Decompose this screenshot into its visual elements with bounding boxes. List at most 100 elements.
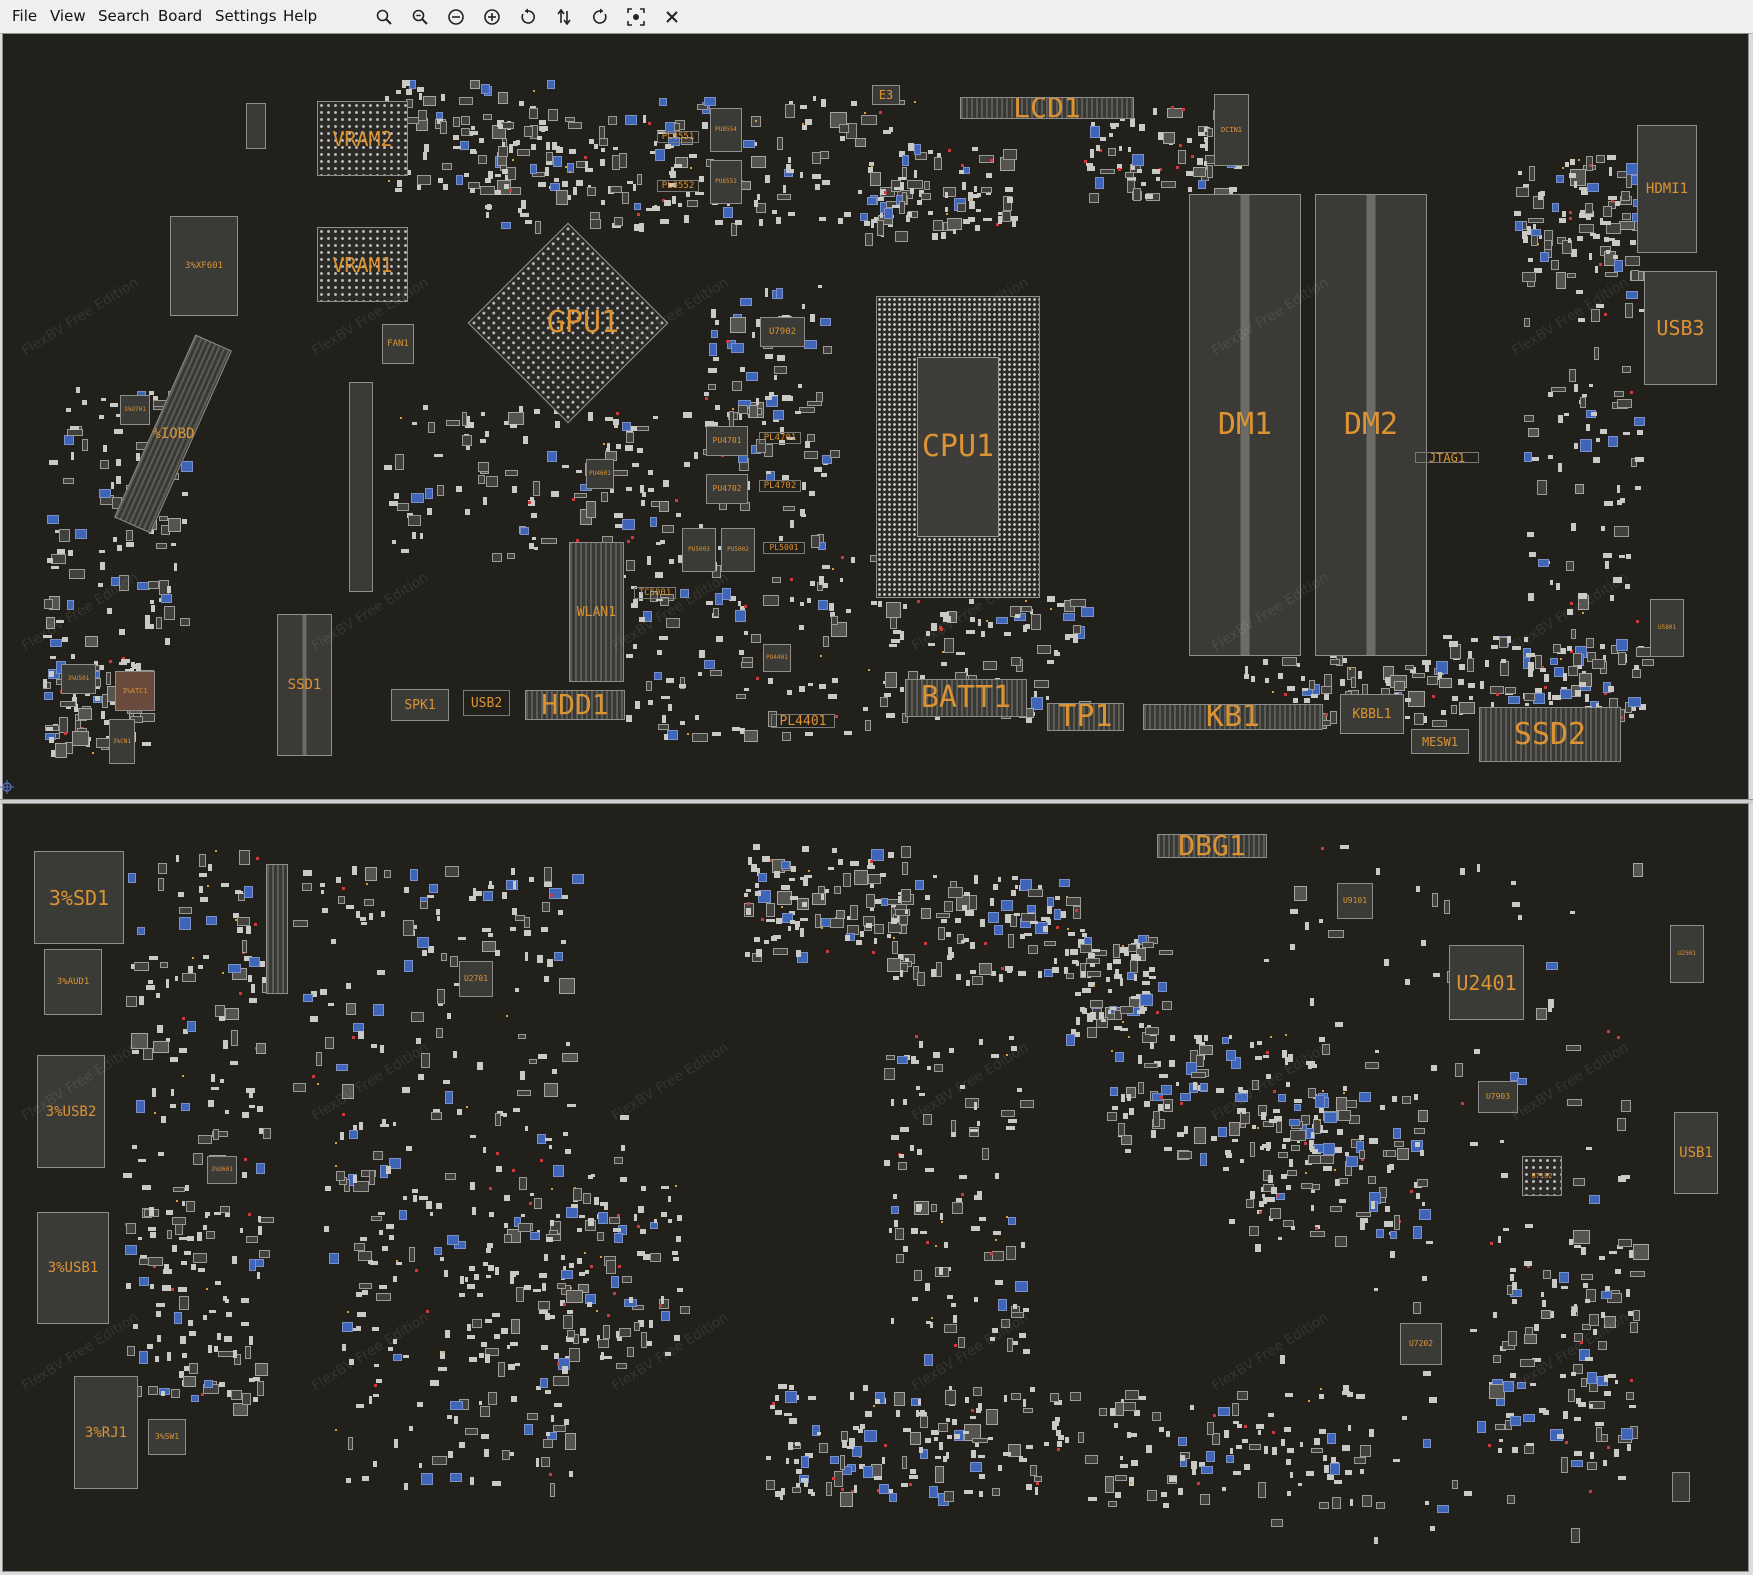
rotate-ccw-button[interactable] — [516, 5, 540, 29]
component-3usb1[interactable]: 3%USB1 — [37, 1212, 109, 1324]
component-dbg1[interactable]: DBG1 — [1157, 834, 1267, 858]
component-3atc1[interactable]: 3%ATC1 — [115, 671, 155, 711]
component-dm2[interactable]: DM2 — [1315, 194, 1427, 656]
component-hdd1[interactable]: HDD1 — [525, 690, 625, 720]
smd-part — [1630, 1379, 1634, 1383]
component-u5801[interactable]: U5801 — [1650, 599, 1684, 657]
component-pu5003[interactable]: PU5003 — [682, 528, 716, 572]
zoom-fit-button[interactable] — [480, 5, 504, 29]
zoom-in-button[interactable] — [372, 5, 396, 29]
component-3aud1[interactable]: 3%AUD1 — [44, 949, 102, 1015]
smd-part — [241, 1321, 249, 1326]
component-u7902[interactable]: U7902 — [760, 317, 805, 347]
component-pl4701[interactable]: PL4701 — [759, 432, 801, 444]
component-mesw1[interactable]: MESW1 — [1411, 729, 1469, 754]
board-top-view[interactable]: VRAM2 VRAM1 3%XF601 3%IOBD1 FAN1 GPU1 LC… — [2, 33, 1749, 800]
smd-part — [972, 193, 979, 198]
menu-settings[interactable]: Settings — [215, 7, 277, 25]
component-cpu1[interactable]: CPU1 — [876, 296, 1040, 598]
smd-part — [899, 915, 908, 926]
component-u7102[interactable]: U7102 — [1522, 1156, 1562, 1196]
component-3iobd1[interactable]: 3%IOBD1 — [114, 334, 232, 534]
smd-part — [231, 1256, 238, 1265]
smd-part — [898, 1162, 907, 1171]
component-3usb2[interactable]: 3%USB2 — [37, 1055, 105, 1168]
component-vram1[interactable]: VRAM1 — [317, 227, 408, 302]
component-u2501[interactable]: U2501 — [1670, 925, 1704, 983]
component-top-unlabeled-1[interactable] — [246, 103, 266, 149]
smd-part — [1615, 1380, 1619, 1385]
component-jtag1[interactable]: JTAG1 — [1415, 452, 1479, 463]
component-pl5001[interactable]: PL5001 — [763, 542, 805, 554]
component-pu4401[interactable]: PU4401 — [763, 644, 791, 672]
component-pl4401[interactable]: PL4401 — [771, 714, 835, 728]
component-usb1[interactable]: USB1 — [1674, 1112, 1718, 1194]
smd-part — [1013, 1340, 1019, 1346]
component-tp1[interactable]: TP1 — [1047, 703, 1124, 731]
smd-part — [1256, 1040, 1262, 1046]
rotate-cw-button[interactable] — [588, 5, 612, 29]
menu-file[interactable]: File — [12, 7, 37, 25]
smd-part — [1569, 211, 1573, 215]
component-pu5002[interactable]: PU5002 — [721, 528, 755, 572]
component-u9101[interactable]: U9101 — [1337, 883, 1373, 919]
component-3xf601[interactable]: 3%XF601 — [170, 216, 238, 316]
component-vram2[interactable]: VRAM2 — [317, 101, 408, 176]
component-spk1[interactable]: SPK1 — [391, 689, 449, 721]
component-dcin1[interactable]: DCIN1 — [1214, 94, 1249, 166]
component-bottom-connector-1[interactable] — [266, 864, 288, 994]
component-3sw1[interactable]: 3%SW1 — [148, 1419, 186, 1455]
component-pu4601[interactable]: PU4601 — [586, 459, 614, 489]
menu-help[interactable]: Help — [283, 7, 317, 25]
smd-part — [1603, 312, 1607, 316]
component-pl4702[interactable]: PL4702 — [759, 480, 801, 492]
smd-part — [1015, 614, 1020, 618]
component-pu4701[interactable]: PU4701 — [706, 426, 748, 456]
zoom-out-button[interactable] — [408, 5, 432, 29]
component-usb2-top[interactable]: USB2 — [463, 690, 510, 716]
component-tc5001[interactable]: TC5001 — [634, 587, 676, 599]
board-bottom-view[interactable]: 3%SD1 3%AUD1 3%USB2 3%USB1 3%RJ1 3%SW1 3… — [2, 803, 1749, 1572]
component-pu8554[interactable]: PU8554 — [710, 108, 742, 152]
component-u7903[interactable]: U7903 — [1478, 1081, 1518, 1113]
component-dm1[interactable]: DM1 — [1189, 194, 1301, 656]
component-pu4702[interactable]: PU4702 — [706, 474, 748, 504]
component-kbbl1[interactable]: KBBL1 — [1340, 694, 1404, 734]
component-u2701[interactable]: U2701 — [459, 961, 493, 997]
component-lcd1[interactable]: LCD1 — [960, 97, 1134, 119]
component-usb3[interactable]: USB3 — [1644, 271, 1717, 385]
menu-view[interactable]: View — [50, 7, 86, 25]
component-ssd1[interactable]: SSD1 — [277, 614, 332, 756]
component-3u601[interactable]: 3%U601 — [207, 1156, 237, 1184]
component-3u501[interactable]: 3%U501 — [61, 664, 96, 694]
smd-part — [889, 643, 898, 648]
smd-part — [565, 1289, 583, 1304]
component-kb1[interactable]: KB1 — [1143, 704, 1323, 730]
component-hdmi1[interactable]: HDMI1 — [1637, 125, 1697, 253]
component-top-connector-2[interactable] — [349, 382, 373, 592]
component-u2401[interactable]: U2401 — [1449, 945, 1524, 1020]
component-pu8552[interactable]: PU8552 — [710, 160, 742, 204]
smd-part — [85, 636, 99, 647]
component-3rj1[interactable]: 3%RJ1 — [74, 1376, 138, 1489]
zoom-reset-button[interactable] — [444, 5, 468, 29]
smd-part — [481, 412, 486, 417]
component-3u701[interactable]: 3%U701 — [120, 395, 150, 425]
component-batt1[interactable]: BATT1 — [905, 679, 1027, 717]
fit-screen-button[interactable] — [624, 5, 648, 29]
component-pl8552[interactable]: PL8552 — [657, 180, 699, 192]
smd-part — [918, 1398, 922, 1405]
close-button[interactable] — [660, 5, 684, 29]
component-fan1[interactable]: FAN1 — [382, 324, 414, 364]
component-ssd2[interactable]: SSD2 — [1479, 707, 1621, 762]
component-pl8551[interactable]: PL8551 — [657, 131, 699, 143]
component-3sd1[interactable]: 3%SD1 — [34, 851, 124, 944]
component-u7202[interactable]: U7202 — [1400, 1323, 1442, 1365]
menu-board[interactable]: Board — [158, 7, 202, 25]
flip-button[interactable] — [552, 5, 576, 29]
menu-search[interactable]: Search — [98, 7, 150, 25]
component-bottom-unlabeled-2[interactable] — [1672, 1472, 1690, 1502]
component-wlan1[interactable]: WLAN1 — [569, 542, 624, 682]
component-e3[interactable]: E3 — [872, 85, 900, 105]
component-3cn1[interactable]: 3%CN1 — [109, 719, 135, 764]
